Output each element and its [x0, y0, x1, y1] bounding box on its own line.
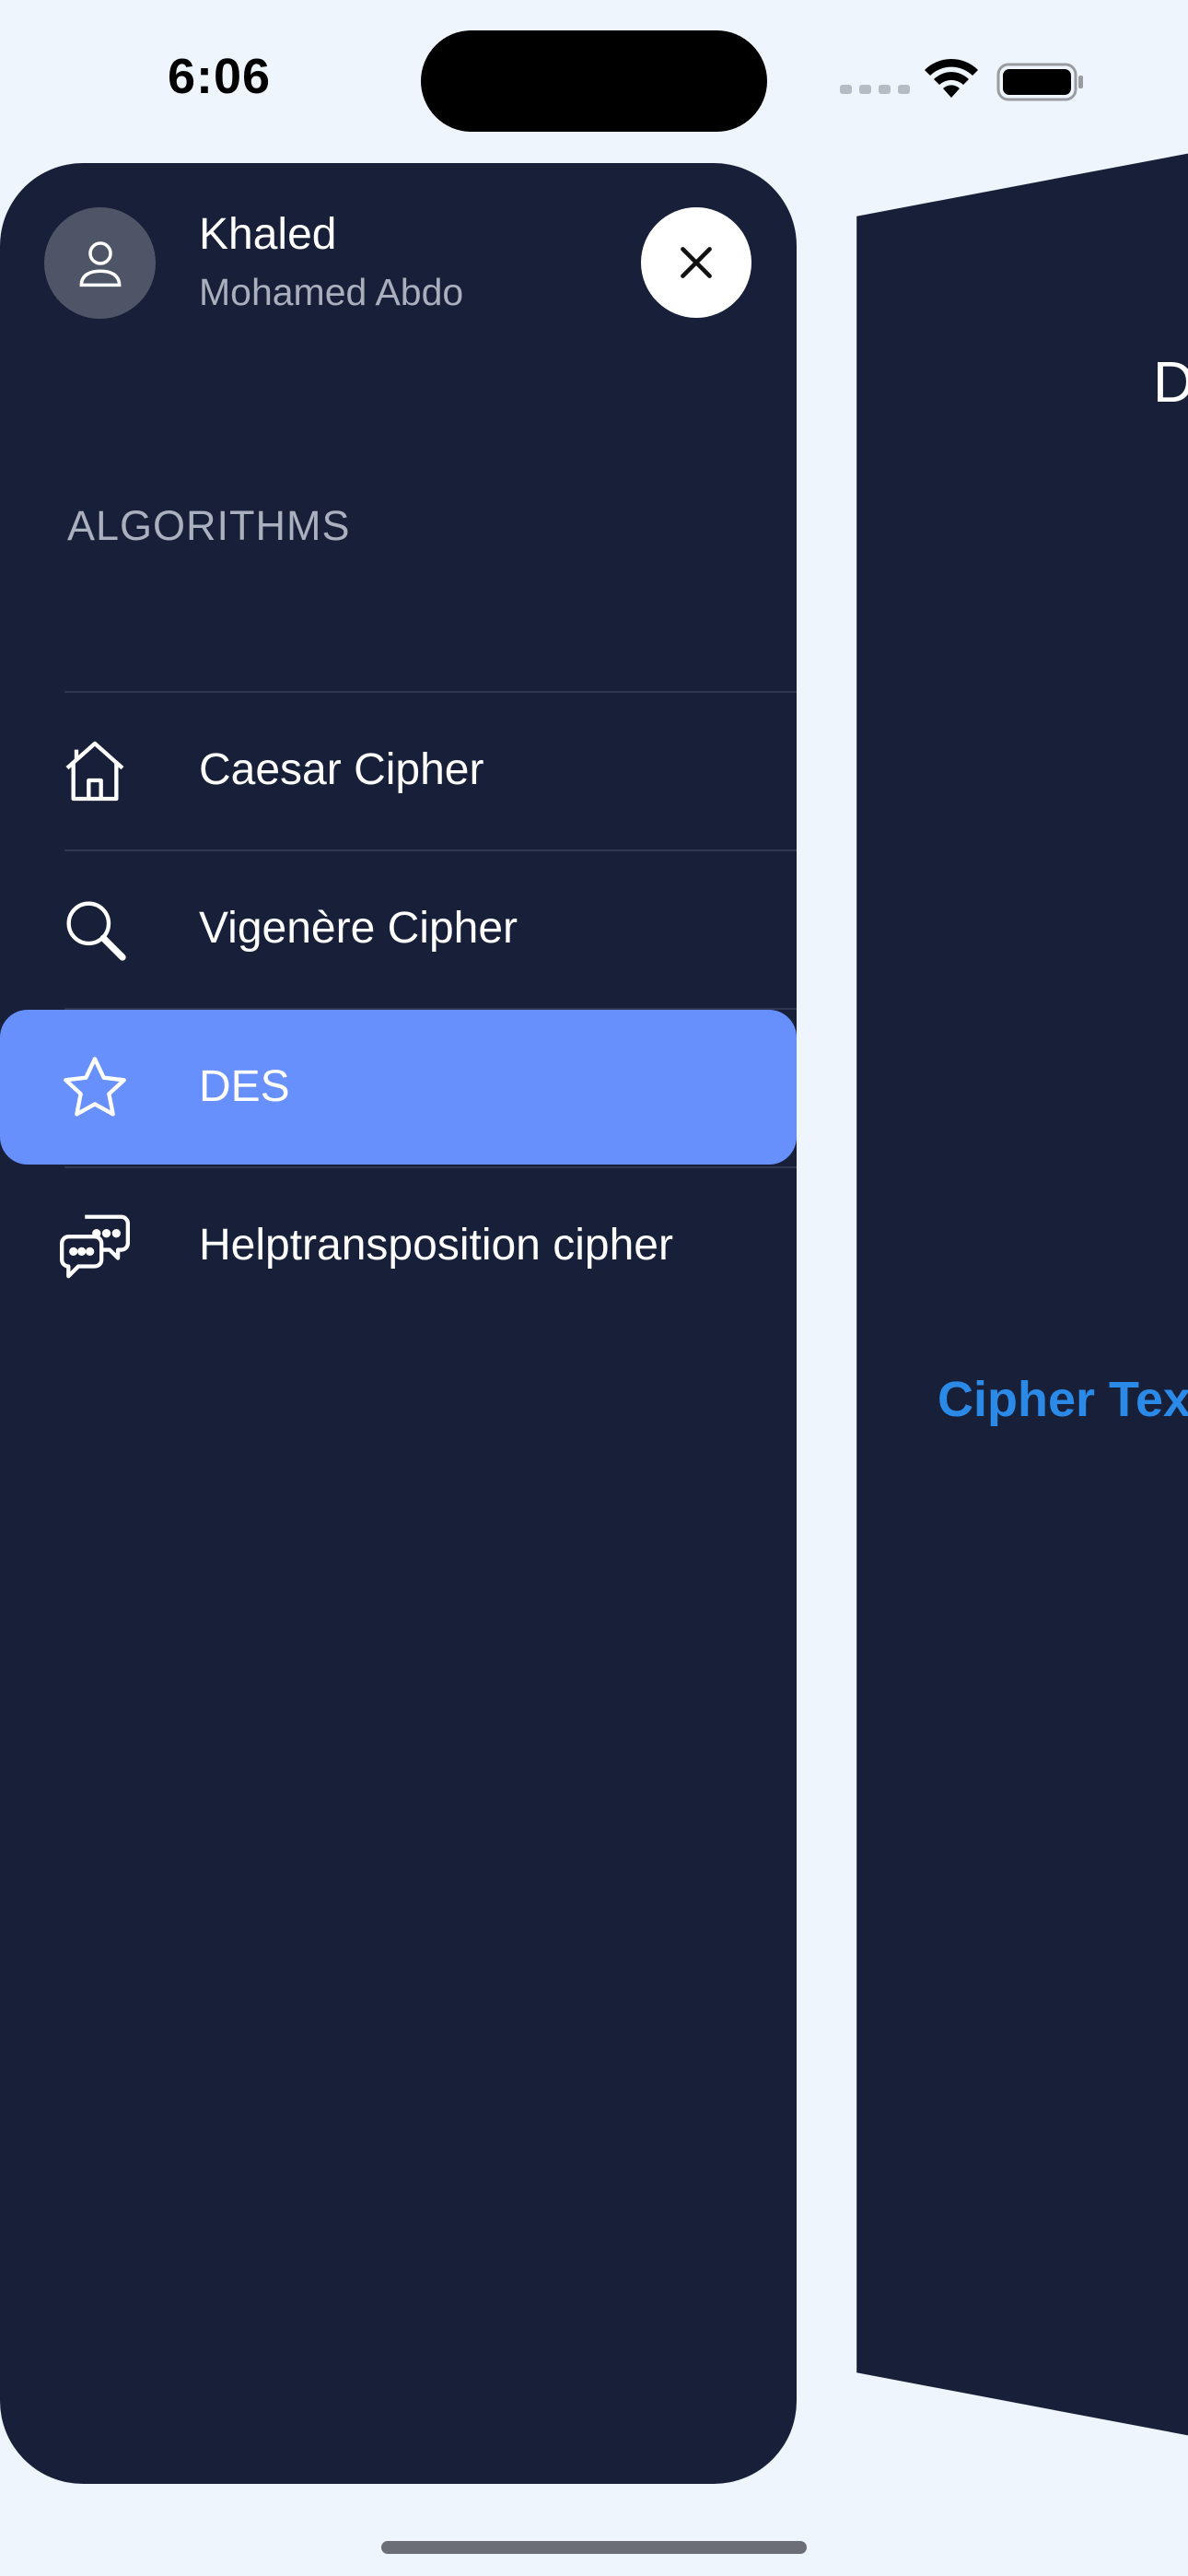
menu-item-label: Caesar Cipher: [199, 745, 484, 794]
main-page-card[interactable]: [856, 147, 1188, 2441]
person-icon: [79, 240, 121, 287]
star-icon: [53, 1047, 136, 1130]
section-title: ALGORITHMS: [67, 502, 351, 549]
search-icon: [53, 888, 136, 971]
close-drawer-button[interactable]: [641, 207, 751, 318]
menu-item-label: DES: [199, 1062, 290, 1111]
home-indicator[interactable]: [381, 2541, 807, 2554]
home-icon: [53, 730, 136, 813]
page-title: D: [1153, 351, 1188, 415]
menu-item-caesar-cipher[interactable]: Caesar Cipher: [0, 693, 797, 848]
user-last-name: Mohamed Abdo: [199, 271, 464, 313]
close-icon: [681, 247, 712, 278]
menu-item-label: Helptransposition cipher: [199, 1221, 673, 1270]
menu-item-vigenere-cipher[interactable]: Vigenère Cipher: [0, 851, 797, 1006]
avatar: [44, 207, 156, 319]
chat-bubbles-icon: [53, 1205, 136, 1288]
menu-item-label: Vigenère Cipher: [199, 904, 518, 953]
cipher-text-label: Cipher Tex: [938, 1372, 1188, 1427]
menu-item-des[interactable]: DES: [0, 1010, 797, 1165]
menu-item-helptransposition-cipher[interactable]: Helptransposition cipher: [0, 1168, 797, 1323]
navigation-drawer: Khaled Mohamed Abdo ALGORITHMS Caesar Ci…: [0, 163, 797, 2484]
user-first-name: Khaled: [199, 210, 337, 259]
